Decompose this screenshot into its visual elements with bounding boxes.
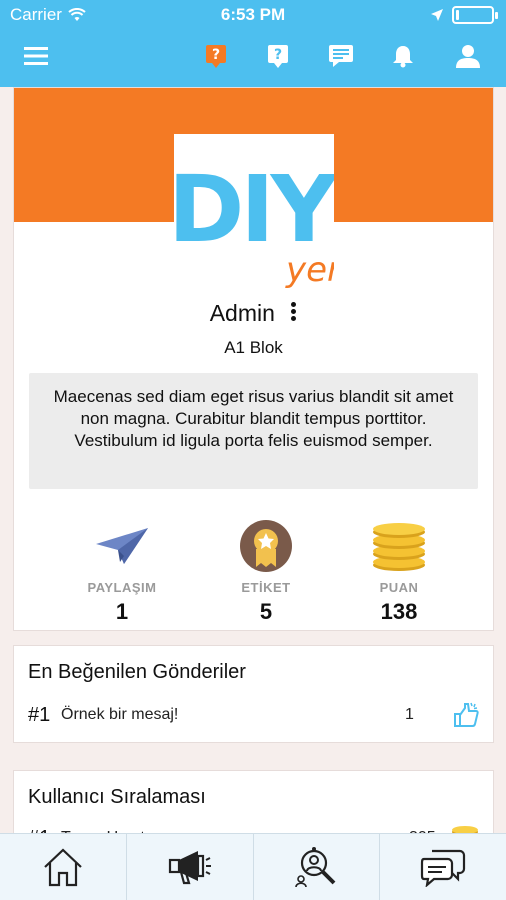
liked-posts-card: En Beğenilen Gönderiler #1 Örnek bir mes… <box>13 645 494 743</box>
menu-icon <box>24 47 48 65</box>
messages-icon <box>421 849 466 887</box>
menu-button[interactable] <box>18 38 54 74</box>
stat-shares[interactable]: PAYLAŞIM 1 <box>62 518 182 625</box>
thumbs-up-icon[interactable] <box>453 702 479 728</box>
location-icon <box>431 9 443 21</box>
status-right <box>430 6 498 24</box>
like-count: 1 <box>405 706 414 723</box>
chat-button[interactable] <box>323 38 359 74</box>
list-item[interactable]: #1 Örnek bir mesaj! 1 <box>28 700 479 730</box>
svg-text:?: ? <box>274 47 282 63</box>
search-users-icon <box>295 847 336 888</box>
help-orange-button[interactable]: ? <box>198 38 234 74</box>
svg-text:?: ? <box>212 47 220 63</box>
help-orange-icon: ? <box>206 45 226 68</box>
profile-block: A1 Blok <box>224 338 283 357</box>
paper-plane-icon <box>96 528 148 564</box>
tab-announcements[interactable] <box>127 834 254 900</box>
bell-icon <box>393 46 413 68</box>
stat-label: ETİKET <box>241 580 291 595</box>
status-bar: Carrier 6:53 PM <box>0 0 506 30</box>
chat-icon <box>329 45 353 67</box>
post-text: Örnek bir mesaj! <box>61 706 179 723</box>
logo-sub-text: yer <box>286 250 334 290</box>
tab-messages[interactable] <box>380 834 506 900</box>
stat-label: PAYLAŞIM <box>87 580 157 595</box>
user-icon <box>456 45 480 68</box>
logo-main-text: DIYI <box>174 156 334 263</box>
more-options-icon[interactable] <box>291 300 297 324</box>
tab-home[interactable] <box>0 834 127 900</box>
profile-logo: DIYI yer <box>174 134 334 292</box>
tab-bar <box>0 833 506 900</box>
rank-label: #1 <box>28 703 51 726</box>
profile-card: DIYI yer Admin A1 Blok Maecenas sed diam… <box>13 87 494 631</box>
tab-search-users[interactable] <box>254 834 381 900</box>
home-icon <box>44 848 82 887</box>
profile-stats: PAYLAŞIM 1 ETİKET 5 PUAN 138 <box>14 518 493 624</box>
notifications-button[interactable] <box>385 38 421 74</box>
profile-button[interactable] <box>450 38 486 74</box>
coins-icon <box>373 523 425 571</box>
stat-tags[interactable]: ETİKET 5 <box>206 518 326 625</box>
stat-value: 1 <box>115 599 129 624</box>
stat-value: 138 <box>380 599 418 624</box>
top-bar: Carrier 6:53 PM ? ? <box>0 0 506 87</box>
stat-value: 5 <box>259 599 273 624</box>
stat-points[interactable]: PUAN 138 <box>339 518 459 625</box>
user-ranking-title: Kullanıcı Sıralaması <box>28 786 206 808</box>
stat-label: PUAN <box>379 580 419 595</box>
nav-bar: ? ? <box>0 38 506 74</box>
profile-name-row: Admin <box>14 300 493 327</box>
help-icon: ? <box>268 45 288 68</box>
medal-icon <box>240 520 292 572</box>
megaphone-icon <box>168 851 211 885</box>
liked-posts-title: En Beğenilen Gönderiler <box>28 661 246 683</box>
profile-name: Admin <box>209 300 275 326</box>
profile-bio: Maecenas sed diam eget risus varius blan… <box>29 373 478 489</box>
battery-icon <box>452 6 498 24</box>
help-button[interactable]: ? <box>260 38 296 74</box>
